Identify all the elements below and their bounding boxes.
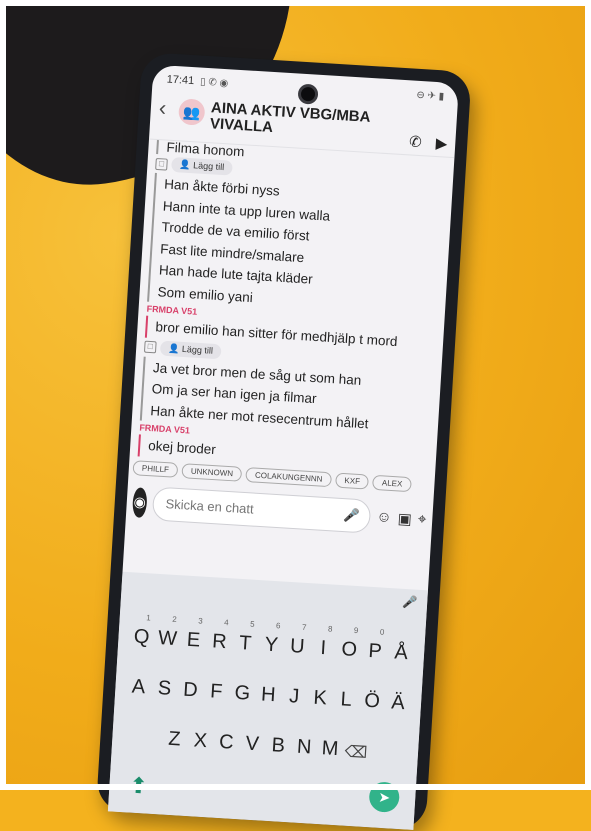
chat-input-field[interactable]: 🎤 xyxy=(151,485,372,534)
phone-screen: 17:41 ▯ ✆ ◉ ⊖ ✈ ▮ ‹ 👥 AINA AKTIV VBG/MBA… xyxy=(107,64,459,830)
key-b[interactable]: B xyxy=(265,723,293,759)
keyboard-row-3: Z X C V B N M ⌫ xyxy=(112,713,420,766)
send-enter-icon[interactable]: ➤ xyxy=(368,781,401,813)
key-s[interactable]: S xyxy=(151,666,179,702)
add-friend-button[interactable]: 👤 Lägg till xyxy=(159,340,222,359)
key-e[interactable]: 3E xyxy=(180,616,208,653)
key-o[interactable]: 9O xyxy=(335,626,363,663)
keyboard-row-2: A S D F G H J K L Ö Ä xyxy=(115,664,423,717)
keyboard: 🎤 1Q 2W 3E 4R 5T 6Y 7U 8I 9O 0P Å A S D … xyxy=(107,571,428,830)
key-g[interactable]: G xyxy=(229,670,257,706)
key-q[interactable]: 1Q xyxy=(128,613,156,650)
status-time: 17:41 xyxy=(166,73,195,88)
user-square-icon: ☐ xyxy=(155,157,168,171)
key-x[interactable]: X xyxy=(187,718,215,754)
key-m[interactable]: M xyxy=(316,726,344,762)
mention-chip[interactable]: COLAKUNGENNN xyxy=(245,466,332,487)
user-square-icon: ☐ xyxy=(143,340,157,354)
location-icon[interactable]: ⌖ xyxy=(417,511,426,528)
microphone-icon[interactable]: 🎤 xyxy=(343,507,360,524)
system-icons: ⊖ ✈ ▮ xyxy=(416,89,445,102)
key-z[interactable]: Z xyxy=(161,716,189,752)
chat-title[interactable]: AINA AKTIV VBG/MBA VIVALLA xyxy=(210,99,411,144)
mention-chip[interactable]: KXF xyxy=(335,472,370,490)
backspace-icon[interactable]: ⌫ xyxy=(342,728,370,764)
add-friend-button[interactable]: 👤 Lägg till xyxy=(171,156,233,176)
voice-input-icon[interactable]: 🎤 xyxy=(402,595,418,610)
key-p[interactable]: 0P xyxy=(361,628,389,665)
chat-input[interactable] xyxy=(163,495,344,524)
keyboard-toolbar: 🎤 xyxy=(121,572,428,617)
phone-call-icon[interactable]: ✆ xyxy=(409,132,423,151)
key-n[interactable]: N xyxy=(290,724,318,760)
phone: 17:41 ▯ ✆ ◉ ⊖ ✈ ▮ ‹ 👥 AINA AKTIV VBG/MBA… xyxy=(95,51,472,831)
key-h[interactable]: H xyxy=(255,672,283,708)
key-y[interactable]: 6Y xyxy=(258,621,286,658)
chat-messages: Filma honom ☐ 👤 Lägg till Han åkte förbi… xyxy=(130,139,455,474)
key-ae[interactable]: Ä xyxy=(384,680,412,716)
key-w[interactable]: 2W xyxy=(154,615,182,652)
sticker-icon[interactable]: ▣ xyxy=(397,509,412,528)
key-oe[interactable]: Ö xyxy=(358,678,386,714)
key-r[interactable]: 4R xyxy=(206,618,234,655)
key-l[interactable]: L xyxy=(332,677,360,713)
video-call-icon[interactable]: ▶ xyxy=(435,134,448,153)
emoji-icon[interactable]: ☺ xyxy=(376,508,392,526)
mention-chip[interactable]: PHILLF xyxy=(132,459,179,478)
key-f[interactable]: F xyxy=(203,669,231,705)
key-d[interactable]: D xyxy=(177,667,205,703)
header-actions: ✆ ▶ xyxy=(409,132,448,152)
notification-icons: ▯ ✆ ◉ xyxy=(199,76,229,89)
key-a[interactable]: A xyxy=(125,664,153,700)
key-c[interactable]: C xyxy=(213,720,241,756)
mention-chip[interactable]: UNKNOWN xyxy=(181,462,243,482)
mention-chip[interactable]: ALEX xyxy=(372,474,412,492)
message-group: Han åkte förbi nyss Hann inte ta upp lur… xyxy=(147,172,445,320)
key-v[interactable]: V xyxy=(239,721,267,757)
key-i[interactable]: 8I xyxy=(310,624,338,661)
key-u[interactable]: 7U xyxy=(284,623,312,660)
shift-icon[interactable]: ⬆ xyxy=(125,764,153,800)
keyboard-row-1: 1Q 2W 3E 4R 5T 6Y 7U 8I 9O 0P Å xyxy=(118,613,426,667)
key-j[interactable]: J xyxy=(281,674,309,710)
camera-icon[interactable]: ◉ xyxy=(131,486,148,518)
key-t[interactable]: 5T xyxy=(232,620,260,657)
back-arrow-icon[interactable]: ‹ xyxy=(158,95,176,122)
group-avatar[interactable]: 👥 xyxy=(177,98,206,126)
key-k[interactable]: K xyxy=(306,675,334,711)
key-aa[interactable]: Å xyxy=(387,630,415,666)
